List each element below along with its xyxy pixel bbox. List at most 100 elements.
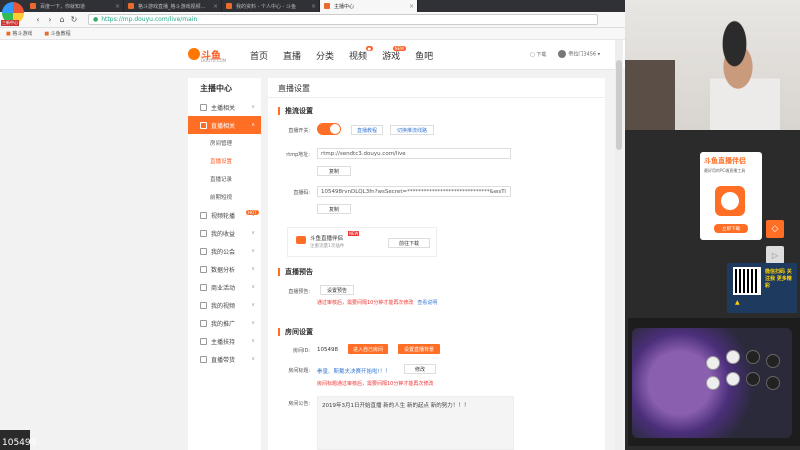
user-menu[interactable]: 帝拉门3456 ▾ bbox=[558, 50, 600, 58]
close-icon[interactable]: × bbox=[213, 3, 218, 10]
room-title-label: 房间标题: bbox=[288, 368, 310, 374]
sidebar-item-promotion[interactable]: 我的推广 ∨ bbox=[188, 314, 261, 332]
chevron-icon: ∧ bbox=[251, 122, 255, 128]
home-icon[interactable]: ⌂ bbox=[56, 15, 68, 24]
nav-video-label: 视频 bbox=[349, 52, 368, 62]
cart-icon bbox=[200, 355, 207, 363]
chevron-icon: ∨ bbox=[251, 248, 255, 254]
webcam-feed bbox=[625, 0, 800, 130]
hand-icon bbox=[200, 337, 207, 345]
sidebar-item-analytics[interactable]: 数据分析 ∨ bbox=[188, 260, 261, 278]
sidebar-item-income[interactable]: 我的收益 ∨ bbox=[188, 224, 261, 242]
ad-download-button[interactable]: 立即下载 bbox=[714, 224, 748, 233]
nav-home[interactable]: 首页 bbox=[250, 49, 268, 62]
set-background-button[interactable]: 设置直播背景 bbox=[398, 344, 440, 354]
stream-room-id: 105498 bbox=[2, 438, 37, 448]
sidebar-item-support[interactable]: 主播扶持 ∨ bbox=[188, 332, 261, 350]
notice-note: 通过审核后，需要间隔10分钟才能再次修改 查看说明 bbox=[317, 299, 437, 306]
download-label: 下载 bbox=[536, 51, 547, 58]
close-icon[interactable]: × bbox=[409, 3, 414, 10]
forward-icon[interactable]: › bbox=[44, 15, 56, 24]
play-float-button[interactable]: ▷ bbox=[766, 246, 784, 264]
sidebar-sub-room[interactable]: 房间管理 bbox=[188, 134, 261, 152]
download-companion-button[interactable]: 前往下载 bbox=[388, 238, 430, 248]
announce-textarea[interactable]: 2019年3月1日开始直播 新的人生 新的起点 新的努力！！！ bbox=[317, 396, 514, 450]
chart-icon bbox=[200, 265, 207, 273]
browser-tab-anchor-center[interactable]: 主播中心 × bbox=[320, 0, 418, 12]
sidebar-sub-records[interactable]: 直播记录 bbox=[188, 170, 261, 188]
download-link[interactable]: ▢ 下载 bbox=[530, 51, 546, 58]
users-icon bbox=[200, 247, 207, 255]
notice-help-link[interactable]: 查看说明 bbox=[417, 300, 437, 306]
username: 帝拉门3456 bbox=[568, 51, 597, 58]
nav-live[interactable]: 直播 bbox=[283, 49, 301, 62]
close-icon[interactable]: × bbox=[311, 3, 316, 10]
sidebar-item-label: 直播带货 bbox=[211, 356, 236, 364]
sidebar-sub-settings[interactable]: 直播设置 bbox=[188, 152, 261, 170]
live-toggle[interactable] bbox=[317, 123, 341, 135]
bookmark-item[interactable]: 斗鱼教程 bbox=[44, 30, 71, 37]
nav-badge: ● bbox=[365, 46, 374, 51]
sidebar-item-business[interactable]: 商业活动 ∨ bbox=[188, 278, 261, 296]
sidebar-sub-shortvideo[interactable]: 前期短视 bbox=[188, 188, 261, 206]
address-bar[interactable]: ● https://mp.douyu.com/live/main bbox=[88, 14, 598, 25]
browser-tab-fighting[interactable]: 格斗游戏直播_格斗游戏视频… × bbox=[124, 0, 222, 12]
tab-label: 我的资料 - 个人中心 - 斗鱼 bbox=[236, 3, 296, 10]
companion-ad[interactable]: 斗鱼直播伴侣 最好用的PC端直播工具 立即下载 bbox=[700, 152, 762, 240]
nav-badge: NEW bbox=[392, 46, 407, 51]
edit-title-button[interactable]: 修改 bbox=[404, 364, 436, 374]
sidebar-item-guild[interactable]: 我的公会 ∨ bbox=[188, 242, 261, 260]
bookmark-item[interactable]: 格斗游戏 bbox=[6, 30, 32, 37]
chevron-icon: ∨ bbox=[251, 320, 255, 326]
sidebar-item-myvideo[interactable]: 我的视频 ∨ bbox=[188, 296, 261, 314]
sidebar-item-label: 直播相关 bbox=[211, 122, 236, 130]
sidebar-item-label: 我的视频 bbox=[211, 302, 236, 310]
fish-logo-icon bbox=[188, 48, 200, 60]
qr-title: 微信扫码 关注我 更多精彩 bbox=[765, 269, 792, 289]
set-notice-button[interactable]: 设置预告 bbox=[320, 285, 354, 295]
site-header: 斗鱼 DOUYU.COM 首页 直播 分类 视频 ● 游戏 NEW 鱼吧 ▢ 下载 … bbox=[0, 40, 625, 70]
tutorial-button[interactable]: 直播教程 bbox=[351, 125, 383, 135]
page-scrollbar[interactable] bbox=[615, 40, 623, 450]
notice-note-text: 通过审核后，需要间隔10分钟才能再次修改 bbox=[317, 300, 414, 306]
copy-code-button[interactable]: 复制 bbox=[317, 204, 351, 214]
back-icon[interactable]: ‹ bbox=[32, 15, 44, 24]
qr-overlay: 微信扫码 关注我 更多精彩 ▲ bbox=[727, 263, 797, 313]
arcade-button bbox=[706, 356, 720, 370]
arcade-button bbox=[766, 376, 780, 390]
room-title-value: 拳皇、斯戴夫决赛开始啦!！！ bbox=[317, 369, 391, 375]
arcade-button bbox=[706, 376, 720, 390]
play-icon bbox=[296, 236, 306, 244]
nav-fishbar[interactable]: 鱼吧 bbox=[415, 49, 433, 62]
sidebar-item-anchor[interactable]: 主播相关 ∨ bbox=[188, 98, 261, 116]
reload-icon[interactable]: ↻ bbox=[68, 15, 80, 24]
stream-code-field[interactable]: 105498rvnDLQL3fn?wsSecret=**************… bbox=[317, 186, 511, 197]
copy-rtmp-button[interactable]: 复制 bbox=[317, 166, 351, 176]
side-float-button[interactable]: ◇ bbox=[766, 220, 784, 238]
browser-tab-profile[interactable]: 我的资料 - 个人中心 - 斗鱼 × bbox=[222, 0, 320, 12]
browser-window: 三新中心 百度一下，你就知道 × 格斗游戏直播_格斗游戏视频… × 我的资料 - 个… bbox=[0, 0, 625, 450]
nav-category[interactable]: 分类 bbox=[316, 49, 334, 62]
sidebar-item-commerce[interactable]: 直播带货 ∨ bbox=[188, 350, 261, 368]
rtmp-label: rtmp地址: bbox=[286, 152, 310, 158]
chevron-down-icon: ▾ bbox=[597, 51, 601, 58]
sidebar-item-video-carousel[interactable]: 视频轮播 HOT ∨ bbox=[188, 206, 261, 224]
douyu-logo[interactable]: 斗鱼 DOUYU.COM bbox=[188, 46, 230, 64]
nav-game[interactable]: 游戏 NEW bbox=[382, 46, 407, 62]
browser-logo-label: 三新中心 bbox=[1, 20, 19, 26]
sidebar: 主播中心 主播相关 ∨ 直播相关 ∧ 房间管理 直播设置 直播记录 前期短视 视频轮… bbox=[188, 78, 261, 450]
rtmp-field[interactable]: rtmp://sendtc3.douyu.com/live bbox=[317, 148, 511, 159]
scrollbar-thumb[interactable] bbox=[616, 60, 622, 150]
room-title-note: 房间标题通过审核后，需要间隔10分钟才能再次修改 bbox=[317, 381, 434, 387]
room-id-value: 105498 bbox=[317, 347, 338, 353]
background-shelf bbox=[625, 60, 675, 130]
switch-line-button[interactable]: 切换推流线路 bbox=[390, 125, 434, 135]
close-icon[interactable]: × bbox=[115, 3, 120, 10]
browser-tab-baidu[interactable]: 百度一下，你就知道 × bbox=[26, 0, 124, 12]
room-id-label: 房间ID: bbox=[292, 348, 310, 354]
arrow-up-icon: ▲ bbox=[735, 299, 740, 306]
companion-app-icon bbox=[715, 186, 745, 216]
nav-video[interactable]: 视频 ● bbox=[349, 46, 374, 62]
enter-room-button[interactable]: 进入自己房间 bbox=[348, 344, 388, 354]
sidebar-item-live[interactable]: 直播相关 ∧ bbox=[188, 116, 261, 134]
